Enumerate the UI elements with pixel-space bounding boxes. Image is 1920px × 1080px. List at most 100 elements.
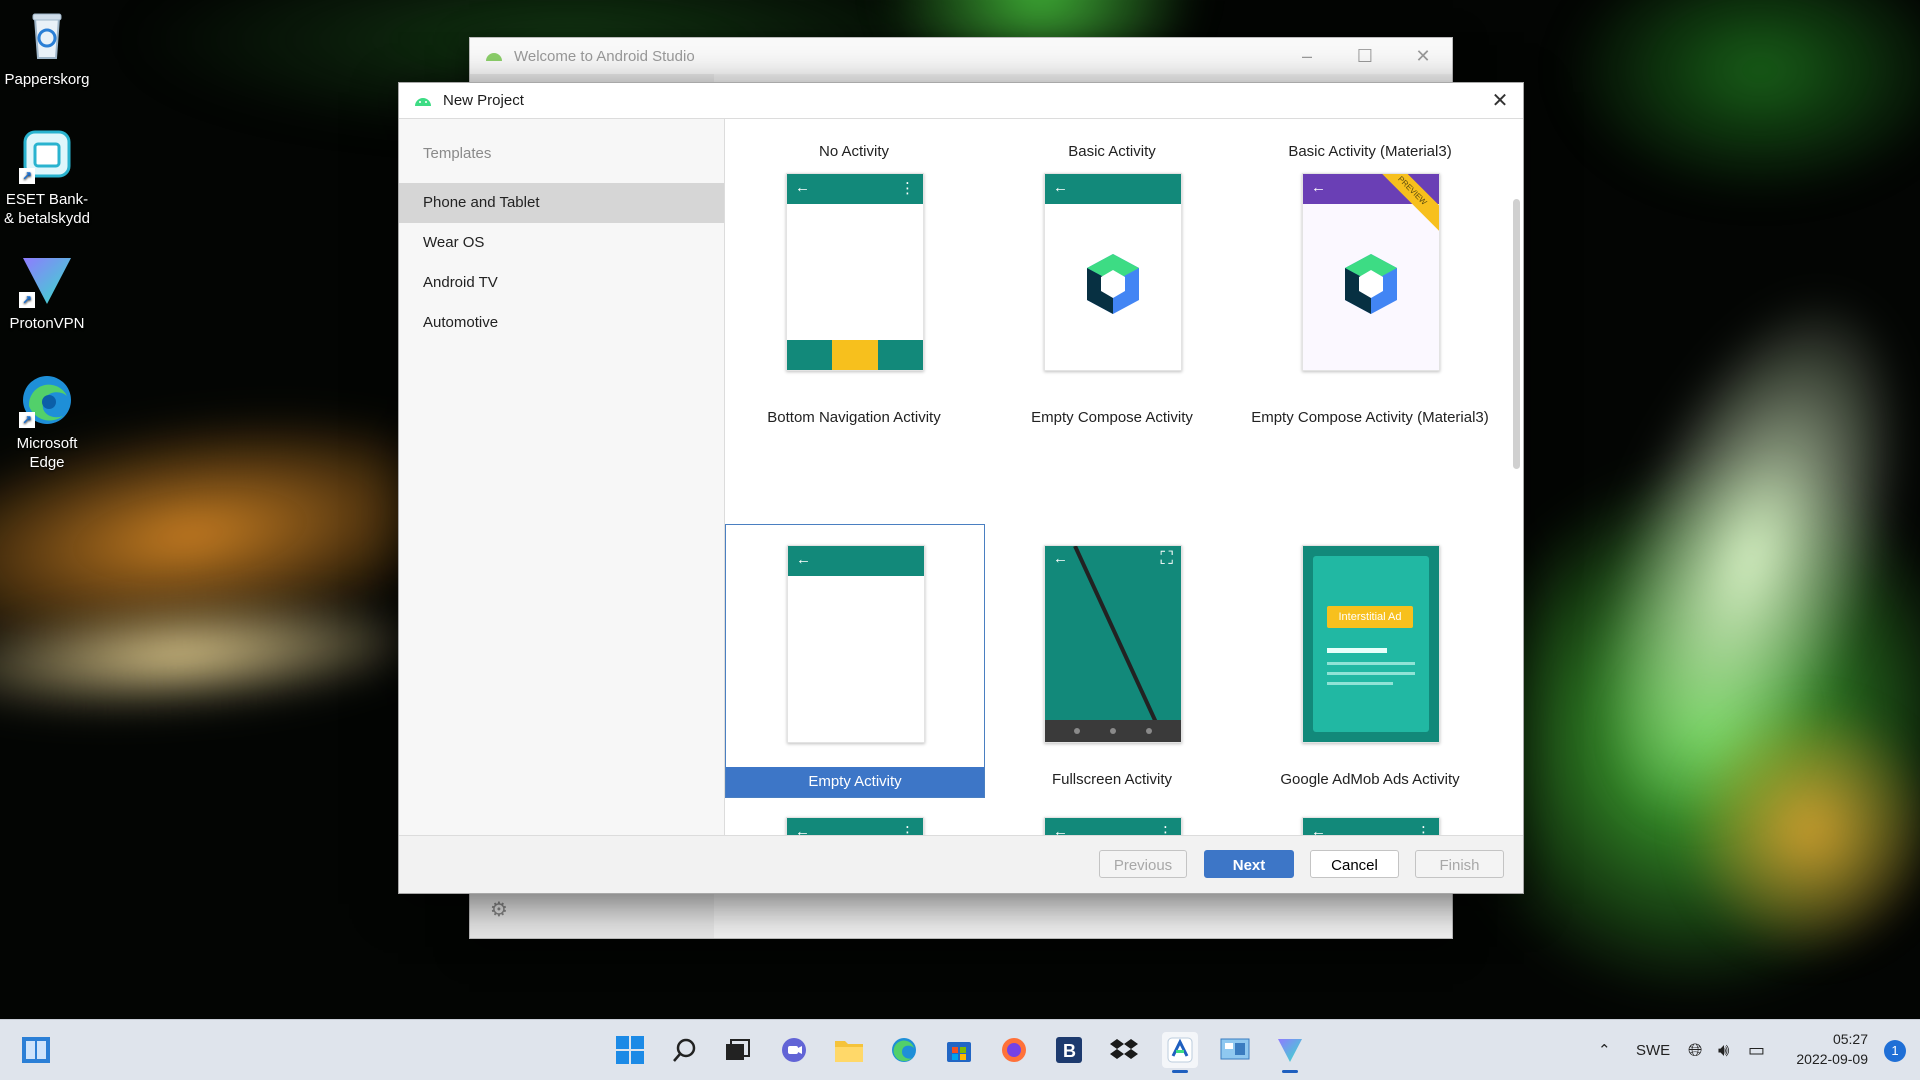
finish-button[interactable]: Finish	[1415, 850, 1504, 878]
preview-appbar: ←	[788, 546, 924, 576]
bbedit-icon[interactable]: B	[1051, 1032, 1087, 1068]
microsoft-store-icon[interactable]	[941, 1032, 977, 1068]
compose-logo-icon	[1087, 254, 1139, 314]
network-globe-icon[interactable]: 🌐︎	[1688, 1020, 1702, 1080]
preview-appbar: ← ⋮	[1045, 818, 1181, 835]
template-name: Bottom Navigation Activity	[767, 409, 941, 426]
templates-heading: Templates	[423, 145, 492, 162]
template-preview: ← ⋮	[786, 173, 924, 371]
category-android-tv[interactable]: Android TV	[399, 263, 724, 303]
template-name: Empty Compose Activity	[1031, 409, 1193, 426]
template-name: Google AdMob Ads Activity	[1280, 771, 1460, 788]
desktop-icon-label: ESET Bank- & betalskydd	[4, 191, 90, 227]
start-windows-icon[interactable]	[612, 1032, 648, 1068]
clock-time: 05:27	[1832, 1031, 1868, 1047]
back-arrow-icon: ←	[796, 551, 811, 568]
fullscreen-icon: ⛶	[1160, 548, 1173, 568]
android-icon	[484, 47, 504, 65]
android-studio-icon[interactable]	[1162, 1032, 1198, 1073]
desktop-icon-label: Papperskorg	[4, 71, 90, 88]
close-icon[interactable]: ✕	[1394, 46, 1452, 67]
back-arrow-icon: ←	[1053, 550, 1068, 567]
welcome-window-title: Welcome to Android Studio	[514, 47, 695, 65]
task-view-icon[interactable]	[719, 1032, 755, 1068]
template-preview: ← ⋮ ★	[1044, 817, 1182, 835]
eset-shield-icon: ↗	[19, 128, 75, 184]
bottom-navigation-bar	[787, 340, 923, 370]
desktop-icon-protonvpn[interactable]: ↗ ProtonVPN	[0, 252, 94, 333]
templates-scrollbar[interactable]	[1512, 119, 1522, 835]
template-fullscreen-activity[interactable]: ← ⛶ Fullscreen Activity	[983, 525, 1241, 797]
back-arrow-icon: ←	[1053, 823, 1068, 835]
search-icon[interactable]	[667, 1032, 703, 1068]
notification-count-badge[interactable]: 1	[1884, 1040, 1906, 1062]
shortcut-arrow-icon: ↗	[19, 292, 35, 308]
gear-icon[interactable]: ⚙	[490, 897, 508, 922]
shortcut-arrow-icon: ↗	[19, 168, 35, 184]
template-preview: ← ⛶	[1044, 545, 1182, 743]
template-google-maps-activity[interactable]: ← ⋮	[725, 797, 983, 835]
file-explorer-icon[interactable]	[831, 1032, 867, 1068]
fullscreen-diagonal-graphic	[1045, 546, 1181, 742]
template-empty-compose-activity[interactable]: ← Empty Compose Activity	[983, 119, 1241, 426]
control-panel-icon[interactable]	[1217, 1032, 1253, 1068]
back-arrow-icon: ←	[1311, 179, 1326, 196]
category-phone-and-tablet[interactable]: Phone and Tablet	[399, 183, 724, 223]
protonvpn-icon[interactable]	[1272, 1032, 1308, 1073]
cancel-button[interactable]: Cancel	[1310, 850, 1399, 878]
category-wear-os[interactable]: Wear OS	[399, 223, 724, 263]
preview-appbar: ← ⋮	[1303, 818, 1439, 835]
templates-grid: No Activity Basic Activity Basic Activit…	[725, 119, 1522, 835]
preview-appbar: ←	[1045, 174, 1181, 204]
preview-appbar: ← ⋮	[787, 174, 923, 204]
desktop-icon-edge[interactable]: ↗ Microsoft Edge	[0, 372, 94, 472]
desktop-icon-label: ProtonVPN	[9, 315, 85, 332]
desktop-icon-recycle-bin[interactable]: Papperskorg	[0, 8, 94, 89]
firefox-icon[interactable]	[996, 1032, 1032, 1068]
input-language[interactable]: SWE	[1636, 1020, 1670, 1080]
template-preview: ← ⋮	[1302, 817, 1440, 835]
template-bottom-navigation-activity[interactable]: ← ⋮ Bottom Navigation Activity	[725, 119, 983, 426]
overflow-menu-icon: ⋮	[1416, 824, 1431, 835]
desktop-icon-eset[interactable]: ↗ ESET Bank- & betalskydd	[0, 128, 94, 228]
template-name: Empty Compose Activity (Material3)	[1251, 409, 1489, 426]
template-name: Fullscreen Activity	[1051, 771, 1173, 788]
battery-icon[interactable]: ▭	[1748, 1020, 1765, 1080]
maximize-icon[interactable]: ☐	[1336, 46, 1394, 67]
template-preview: ← PREVIEW	[1302, 173, 1440, 371]
desktop-icon-label: Microsoft Edge	[16, 435, 78, 471]
templates-sidebar: Templates Phone and Tablet Wear OS Andro…	[399, 119, 725, 835]
system-clock[interactable]: 05:27 2022-09-09	[1796, 1029, 1868, 1069]
template-login-activity[interactable]: ← ⋮ ★	[983, 797, 1241, 835]
category-automotive[interactable]: Automotive	[399, 303, 724, 343]
template-name: Empty Activity	[726, 767, 984, 797]
chat-icon[interactable]	[776, 1032, 812, 1068]
previous-button[interactable]: Previous	[1099, 850, 1187, 878]
edge-icon[interactable]	[886, 1032, 922, 1068]
welcome-titlebar: Welcome to Android Studio – ☐ ✕	[470, 38, 1452, 74]
template-empty-compose-activity-material3[interactable]: ← PREVIEW Empty Compose Activity (Materi…	[1241, 119, 1499, 426]
volume-icon[interactable]: 🔊︎	[1718, 1020, 1729, 1080]
template-preview: ←	[787, 545, 925, 743]
back-arrow-icon: ←	[795, 823, 810, 835]
back-arrow-icon: ←	[1053, 179, 1068, 196]
template-google-admob-ads-activity[interactable]: Interstitial Ad Google AdMob Ads Activit…	[1241, 525, 1499, 797]
dialog-close-icon[interactable]: ✕	[1477, 88, 1523, 113]
overflow-menu-icon: ⋮	[1158, 824, 1173, 835]
show-hidden-icons-chevron-up-icon[interactable]: ⌃	[1598, 1020, 1611, 1080]
next-button[interactable]: Next	[1204, 850, 1294, 878]
template-settings-activity[interactable]: ← ⋮	[1241, 797, 1499, 835]
ad-panel: Interstitial Ad	[1313, 556, 1429, 732]
new-project-dialog: New Project ✕ Templates Phone and Tablet…	[398, 82, 1524, 894]
interstitial-ad-label: Interstitial Ad	[1327, 606, 1413, 628]
dialog-titlebar: New Project ✕	[399, 83, 1523, 119]
overflow-menu-icon: ⋮	[900, 824, 915, 835]
template-empty-activity[interactable]: ← Empty Activity	[725, 524, 985, 798]
recycle-bin-icon	[19, 8, 75, 64]
scrollbar-thumb[interactable]	[1513, 199, 1520, 469]
template-preview: ←	[1044, 173, 1182, 371]
preview-appbar: ← ⋮	[787, 818, 923, 835]
dropbox-icon[interactable]	[1106, 1032, 1142, 1068]
widgets-icon[interactable]	[18, 1032, 54, 1068]
minimize-icon[interactable]: –	[1278, 46, 1336, 67]
